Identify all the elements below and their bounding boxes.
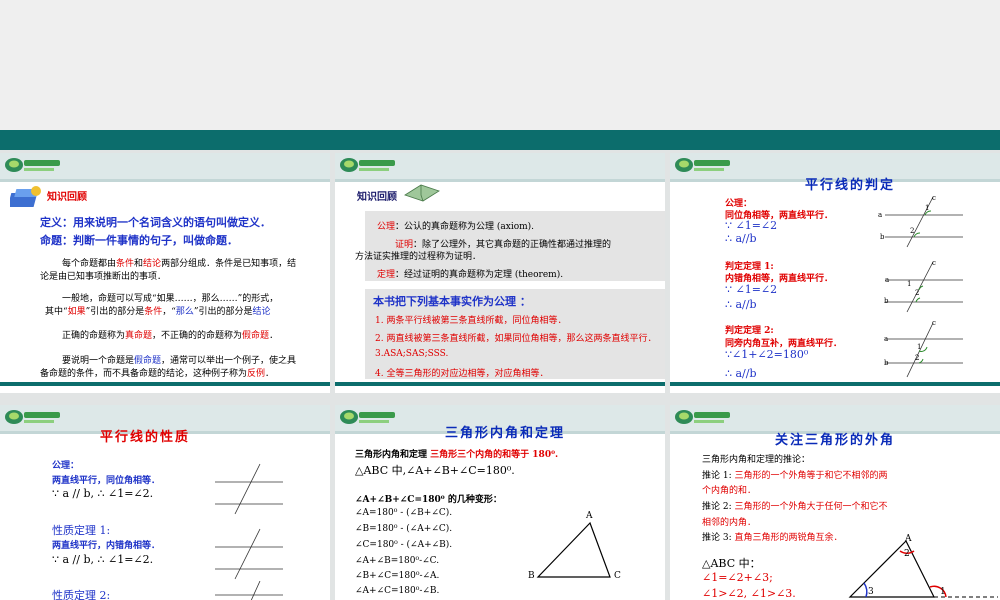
slide-1-title: 知识回顾 <box>47 192 87 203</box>
theorem-line: 三角形内角和定理 三角形三个内角的和等于 180⁰. <box>355 450 559 460</box>
form-1: ∠A=180⁰ - (∠B+∠C). <box>355 508 453 518</box>
g2-because: ∵ ∠1=∠2 <box>725 283 778 296</box>
g3-because: ∵∠1+∠2=180⁰ <box>725 348 809 361</box>
label-c-3: c <box>932 319 936 327</box>
para2: 一般地，命题可以写成“如果……，那么……”的形式， <box>62 294 279 304</box>
exterior-angle-figure <box>848 539 998 598</box>
label-2-1: 2 <box>910 227 915 235</box>
label-a-3: a <box>884 335 889 343</box>
property-diagram-3 <box>215 581 283 600</box>
abc-sum: △ABC 中,∠A+∠B+∠C=180⁰. <box>355 464 515 477</box>
vertex-a: A <box>586 511 593 521</box>
para2-cont: 其中“如果”引出的部分是条件，“那么”引出的部分是结论 <box>45 307 271 317</box>
proof-text-cont: 方法证实推理的过程称为证明． <box>355 252 482 262</box>
book-icon <box>404 184 440 202</box>
label-a-1: a <box>878 211 883 219</box>
slide-6[interactable]: 关注三角形的外角 三角形内角和定理的推论： 推论 1: 三角形的一个外角等于和它… <box>670 405 1000 600</box>
parallel-diagram-2 <box>885 261 963 313</box>
abc-label: △ABC 中： <box>702 557 761 570</box>
slide-2-title: 知识回顾 <box>357 192 397 203</box>
para4: 要说明一个命题是假命题，通常可以举出一个例子，使之具 <box>62 356 297 366</box>
p1-head: 公理： <box>52 461 80 471</box>
slide-2[interactable]: 知识回顾 公理：公认的真命题称为公理 (axiom). 证明：除了公理外，其它真… <box>335 153 665 393</box>
fact-1: 1. 两条平行线被第三条直线所截，同位角相等． <box>375 316 567 326</box>
site-logo <box>675 158 730 172</box>
slide-4-title: 平行线的性质 <box>100 430 191 445</box>
label-2-2: 2 <box>915 289 920 297</box>
variants-heading: ∠A+∠B+∠C=180⁰ 的几种变形： <box>355 495 502 505</box>
p2-math: ∵ a // b, ∴ ∠1=∠2. <box>52 553 154 566</box>
label-1-1: 1 <box>925 204 930 212</box>
label-c-1: c <box>932 194 936 202</box>
g3-therefore: ∴ a//b <box>725 367 757 380</box>
form-3: ∠C=180⁰ - (∠A+∠B). <box>355 540 453 550</box>
fig-label-a: A <box>905 534 912 544</box>
form-6: ∠A+∠C=180⁰-∠B. <box>355 586 440 596</box>
corollary-1-cont: 个内角的和． <box>702 486 757 496</box>
site-logo <box>340 410 395 424</box>
basic-facts-heading: 本书把下列基本事实作为公理 ： <box>373 295 531 308</box>
slide-4[interactable]: 平行线的性质 公理： 两直线平行，同位角相等． ∵ a // b, ∴ ∠1=∠… <box>0 405 330 600</box>
corollary-1: 推论 1: 三角形的一个外角等于和它不相邻的两 <box>702 471 888 481</box>
label-1-3: 1 <box>917 343 922 351</box>
slide-3-title: 平行线的判定 <box>805 178 896 193</box>
corollary-intro: 三角形内角和定理的推论： <box>702 455 811 465</box>
p2-head: 性质定理 1: <box>52 524 111 537</box>
header-area <box>0 0 1000 130</box>
fig-label-1: 1 <box>940 587 946 597</box>
site-logo <box>5 158 60 172</box>
label-1-2: 1 <box>907 280 912 288</box>
definition-text: 定义：用来说明一个名词含义的语句叫做定义． <box>40 216 271 229</box>
form-5: ∠B+∠C=180⁰-∠A. <box>355 571 440 581</box>
theorem-text: 定理：经过证明的真命题称为定理 (theorem). <box>377 270 564 280</box>
label-b-1: b <box>880 233 885 241</box>
corollary-3: 推论 3: 直角三角形的两锐角互余． <box>702 533 843 543</box>
site-logo <box>675 410 730 424</box>
label-c-2: c <box>932 259 936 267</box>
p1-line: 两直线平行，同位角相等． <box>52 476 161 486</box>
para1-cont: 论是由已知事项推断出的事项． <box>40 272 167 282</box>
p1-math: ∵ a // b, ∴ ∠1=∠2. <box>52 487 154 500</box>
vertex-b: B <box>528 571 535 581</box>
fig-label-2: 2 <box>904 549 910 559</box>
fact-3: 3.ASA;SAS;SSS. <box>375 349 449 359</box>
slide-5[interactable]: 三角形内角和定理 三角形内角和定理 三角形三个内角的和等于 180⁰. △ABC… <box>335 405 665 600</box>
g2-therefore: ∴ a//b <box>725 298 757 311</box>
p2-line: 两直线平行，内错角相等． <box>52 541 161 551</box>
g1-therefore: ∴ a//b <box>725 232 757 245</box>
fact-2: 2. 两直线被第三条直线所截，如果同位角相等，那么这两条直线平行． <box>375 334 657 344</box>
label-a-2: a <box>885 276 890 284</box>
g1-because: ∵ ∠1=∠2 <box>725 219 778 232</box>
books-icon <box>10 186 41 207</box>
slide-5-title: 三角形内角和定理 <box>445 426 566 441</box>
para3: 正确的命题称为真命题，不正确的的命题称为假命题． <box>62 331 279 341</box>
form-2: ∠B=180⁰ - (∠A+∠C). <box>355 524 453 534</box>
para4-cont: 备命题的条件，而不具备命题的结论，这种例子称为反例． <box>40 369 275 379</box>
p3-head: 性质定理 2: <box>52 589 111 600</box>
corollary-2: 推论 2: 三角形的一个外角大于任何一个和它不 <box>702 502 888 512</box>
axiom-text: 公理：公认的真命题称为公理 (axiom). <box>377 222 535 232</box>
vertex-c: C <box>614 571 621 581</box>
slide-1[interactable]: 知识回顾 定义：用来说明一个名词含义的语句叫做定义． 命题：判断一件事情的句子，… <box>0 153 330 393</box>
fig-label-3: 3 <box>868 587 874 597</box>
parallel-diagram-1 <box>885 196 963 248</box>
g3-head: 判定定理 2: <box>725 326 774 336</box>
site-logo <box>5 410 60 424</box>
label-2-3: 2 <box>915 354 920 362</box>
site-logo <box>340 158 395 172</box>
slide-3[interactable]: 平行线的判定 公理： 同位角相等，两直线平行． ∵ ∠1=∠2 ∴ a//b 判… <box>670 153 1000 393</box>
proposition-text: 命题：判断一件事情的句子，叫做命题． <box>40 234 238 247</box>
property-diagram-2 <box>215 528 283 580</box>
corollary-2-cont: 相邻的内角． <box>702 518 757 528</box>
exterior-eq-2: ∠1>∠2, ∠1>∠3. <box>702 587 796 600</box>
teal-divider <box>0 130 1000 150</box>
para1: 每个命题都由条件和结论两部分组成．条件是已知事项，结 <box>62 259 297 269</box>
property-diagram-1 <box>215 463 283 515</box>
label-b-3: b <box>884 359 889 367</box>
exterior-eq-1: ∠1=∠2+∠3; <box>702 571 773 584</box>
slide-6-title: 关注三角形的外角 <box>775 433 896 448</box>
label-b-2: b <box>884 297 889 305</box>
form-4: ∠A+∠B=180⁰-∠C. <box>355 556 440 566</box>
fact-4: 4. 全等三角形的对应边相等，对应角相等． <box>375 369 549 379</box>
